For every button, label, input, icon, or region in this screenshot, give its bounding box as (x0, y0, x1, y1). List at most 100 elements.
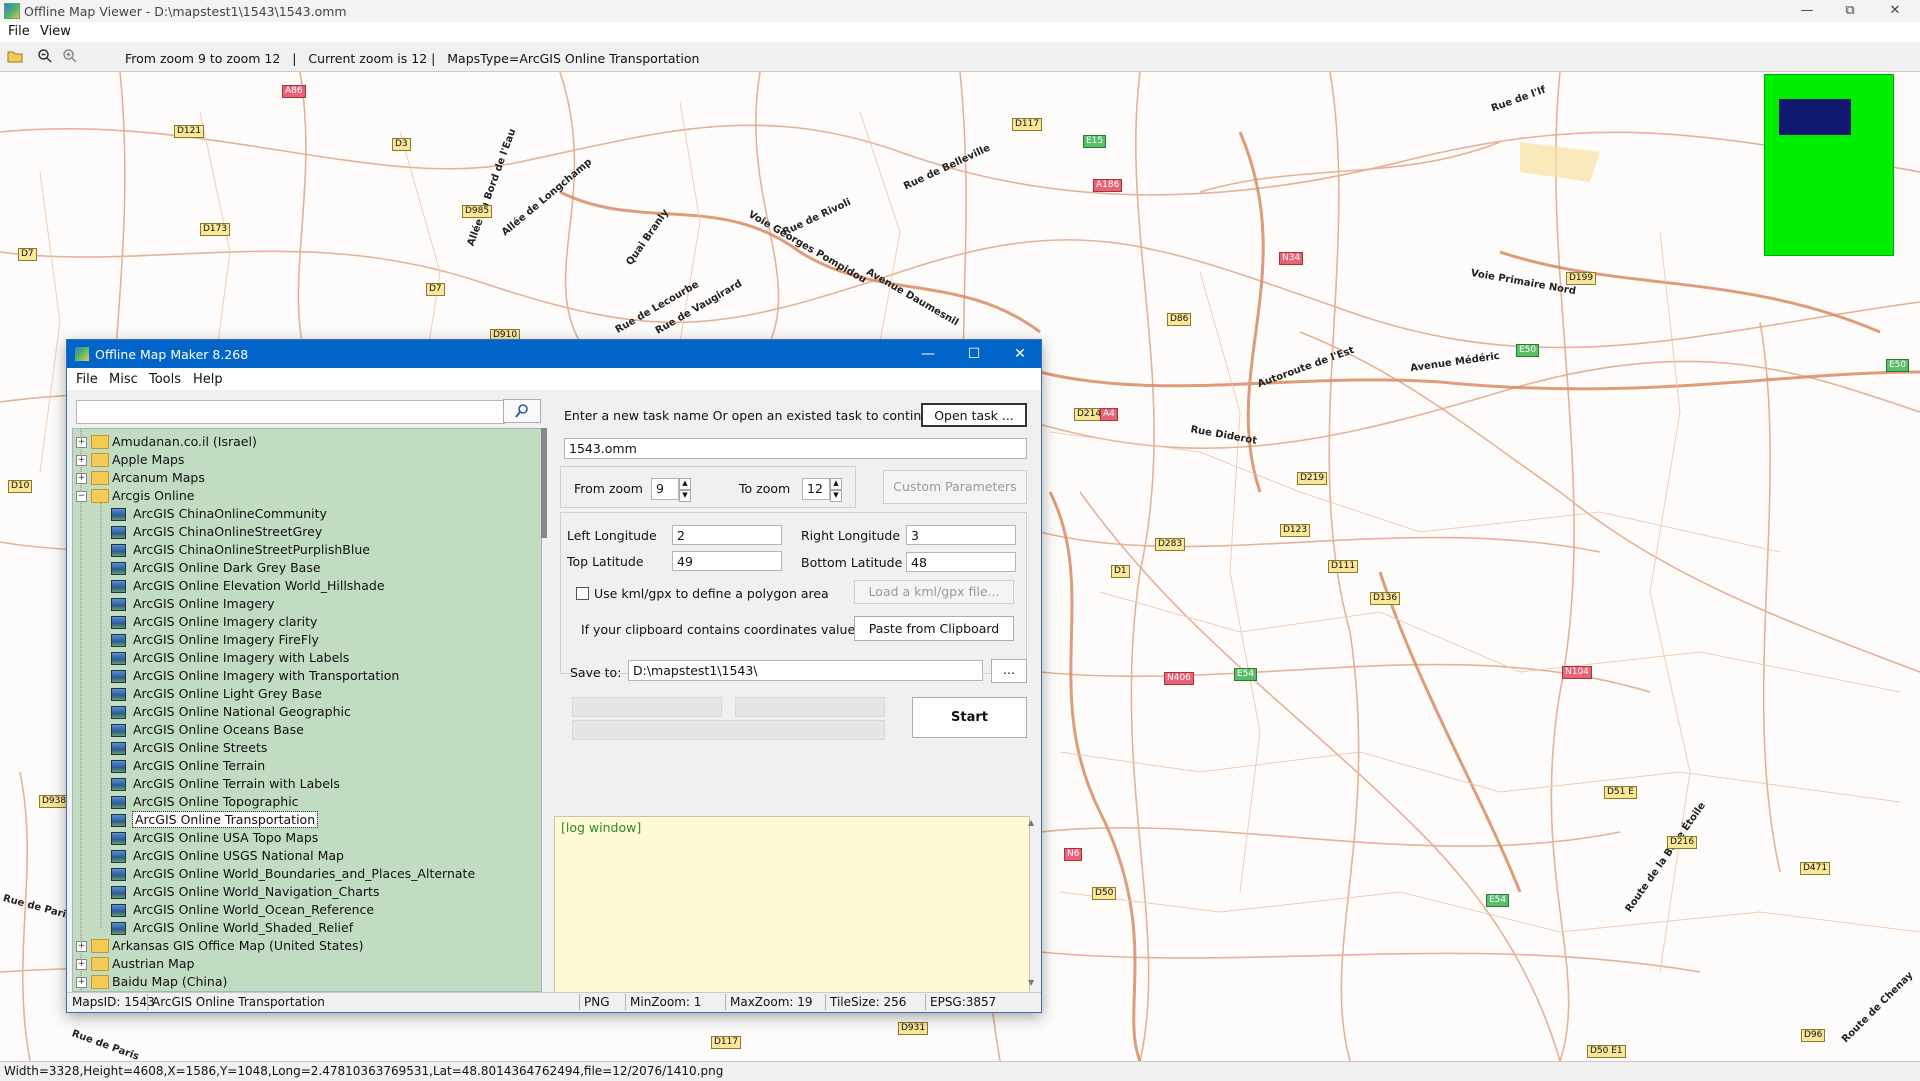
menu-tools[interactable]: Tools (149, 372, 181, 387)
tree-map-item[interactable]: ArcGIS Online Light Grey Base (73, 685, 541, 703)
close-icon[interactable]: ✕ (1005, 344, 1035, 364)
tree-map-item[interactable]: ArcGIS ChinaOnlineStreetPurplishBlue (73, 541, 541, 559)
kml-polygon-checkbox[interactable] (576, 587, 589, 600)
tree-folder[interactable]: + Arkansas GIS Office Map (United States) (73, 937, 541, 955)
to-zoom-spinner[interactable]: ▲ ▼ (830, 478, 842, 502)
tree-map-item[interactable]: ArcGIS Online Terrain with Labels (73, 775, 541, 793)
tree-map-item[interactable]: ArcGIS ChinaOnlineCommunity (73, 505, 541, 523)
tree-map-item[interactable]: ArcGIS Online Oceans Base (73, 721, 541, 739)
spin-down-icon[interactable]: ▼ (830, 490, 842, 502)
clipboard-prompt-label: If your clipboard contains coordinates v… (581, 622, 866, 637)
from-zoom-field[interactable]: 9 (651, 478, 679, 500)
browse-button[interactable]: ... (991, 659, 1027, 683)
menu-help[interactable]: Help (193, 372, 223, 387)
menu-view[interactable]: View (40, 24, 71, 39)
menu-misc[interactable]: Misc (109, 372, 138, 387)
tree-map-item[interactable]: ArcGIS Online Topographic (73, 793, 541, 811)
road-shield: D10 (8, 480, 33, 493)
from-zoom-label: From zoom (574, 481, 643, 496)
tree-folder[interactable]: − Arcgis Online (73, 487, 541, 505)
map-layer-icon (111, 598, 126, 611)
tree-folder[interactable]: + Baidu Map (China) (73, 973, 541, 991)
tree-map-item[interactable]: ArcGIS Online National Geographic (73, 703, 541, 721)
expand-icon[interactable]: + (76, 455, 87, 466)
top-latitude-field[interactable]: 49 (672, 551, 782, 571)
expand-icon[interactable]: + (76, 977, 87, 988)
tree-map-item[interactable]: ArcGIS Online Transportation (73, 811, 541, 829)
map-layer-icon (111, 652, 126, 665)
zoom-in-icon[interactable] (62, 48, 78, 64)
tree-map-item[interactable]: ArcGIS Online Imagery FireFly (73, 631, 541, 649)
log-window[interactable]: [log window] (554, 816, 1030, 993)
collapse-icon[interactable]: − (76, 491, 87, 502)
tree-map-item[interactable]: ArcGIS Online World_Shaded_Relief (73, 919, 541, 937)
minimize-icon[interactable]: — (1793, 2, 1821, 20)
tree-folder[interactable]: + Apple Maps (73, 451, 541, 469)
close-icon[interactable]: ✕ (1881, 2, 1909, 20)
tree-map-item[interactable]: ArcGIS Online Imagery with Labels (73, 649, 541, 667)
tree-map-item[interactable]: ArcGIS Online Elevation World_Hillshade (73, 577, 541, 595)
tree-map-item[interactable]: ArcGIS Online World_Boundaries_and_Place… (73, 865, 541, 883)
minimize-icon[interactable]: — (913, 344, 943, 364)
tree-map-item[interactable]: ArcGIS Online Terrain (73, 757, 541, 775)
open-folder-icon[interactable] (7, 48, 23, 64)
to-zoom-field[interactable]: 12 (802, 478, 830, 500)
save-to-label: Save to: (570, 665, 622, 680)
overview-minimap[interactable] (1764, 74, 1894, 256)
map-layer-icon (111, 778, 126, 791)
load-kml-button[interactable]: Load a kml/gpx file... (854, 580, 1014, 604)
map-layer-icon (111, 796, 126, 809)
tree-map-item[interactable]: ArcGIS ChinaOnlineStreetGrey (73, 523, 541, 541)
custom-parameters-button[interactable]: Custom Parameters (883, 470, 1027, 504)
zoom-out-icon[interactable] (37, 48, 53, 64)
tree-map-item[interactable]: ArcGIS Online Imagery with Transportatio… (73, 667, 541, 685)
tree-map-item[interactable]: ArcGIS Online Streets (73, 739, 541, 757)
map-layer-icon (111, 922, 126, 935)
tree-map-item[interactable]: ArcGIS Online USA Topo Maps (73, 829, 541, 847)
spin-up-icon[interactable]: ▲ (679, 478, 691, 490)
map-search-input[interactable] (76, 400, 505, 424)
start-button[interactable]: Start (912, 697, 1027, 738)
tree-map-item[interactable]: ArcGIS Online World_Navigation_Charts (73, 883, 541, 901)
scroll-down-icon[interactable]: ▼ (1028, 978, 1034, 987)
tree-folder-label: Arkansas GIS Office Map (United States) (112, 938, 364, 953)
folder-icon (91, 939, 109, 953)
minimap-viewport[interactable] (1779, 99, 1851, 135)
bottom-latitude-field[interactable]: 48 (906, 552, 1016, 572)
tree-folder[interactable]: + Amudanan.co.il (Israel) (73, 433, 541, 451)
task-name-field[interactable]: 1543.omm (564, 438, 1027, 459)
log-scrollbar[interactable]: ▲ ▼ (1025, 816, 1039, 991)
folder-icon (91, 975, 109, 989)
search-button[interactable] (503, 399, 541, 423)
tree-map-item[interactable]: ArcGIS Online Imagery clarity (73, 613, 541, 631)
maximize-icon[interactable]: ☐ (959, 344, 989, 364)
tree-map-label: ArcGIS Online Dark Grey Base (133, 560, 321, 575)
tree-folder[interactable]: + Arcanum Maps (73, 469, 541, 487)
spin-down-icon[interactable]: ▼ (679, 490, 691, 502)
right-longitude-field[interactable]: 3 (906, 525, 1016, 545)
tree-map-item[interactable]: ArcGIS Online World_Ocean_Reference (73, 901, 541, 919)
cursor-info-text: Width=3328,Height=4608,X=1586,Y=1048,Lon… (4, 1064, 724, 1078)
tree-scrollbar-thumb[interactable] (541, 428, 547, 538)
menu-file[interactable]: File (76, 372, 98, 387)
map-layer-icon (111, 886, 126, 899)
scroll-up-icon[interactable]: ▲ (1028, 818, 1034, 827)
paste-clipboard-button[interactable]: Paste from Clipboard (854, 616, 1014, 641)
left-longitude-field[interactable]: 2 (672, 525, 782, 545)
expand-icon[interactable]: + (76, 941, 87, 952)
expand-icon[interactable]: + (76, 959, 87, 970)
maximize-icon[interactable]: ⧉ (1836, 2, 1864, 20)
spin-up-icon[interactable]: ▲ (830, 478, 842, 490)
open-task-button[interactable]: Open task ... (921, 403, 1027, 427)
save-path-field[interactable]: D:\mapstest1\1543\ (628, 660, 983, 681)
expand-icon[interactable]: + (76, 473, 87, 484)
expand-icon[interactable]: + (76, 437, 87, 448)
from-zoom-spinner[interactable]: ▲ ▼ (679, 478, 691, 502)
tree-folder[interactable]: + Austrian Map (73, 955, 541, 973)
tree-map-item[interactable]: ArcGIS Online Imagery (73, 595, 541, 613)
tree-map-item[interactable]: ArcGIS Online USGS National Map (73, 847, 541, 865)
euroroute-shield: E15 (1083, 135, 1107, 148)
menu-file[interactable]: File (8, 24, 30, 39)
dialog-titlebar[interactable]: Offline Map Maker 8.268 — ☐ ✕ (67, 340, 1041, 368)
tree-map-item[interactable]: ArcGIS Online Dark Grey Base (73, 559, 541, 577)
